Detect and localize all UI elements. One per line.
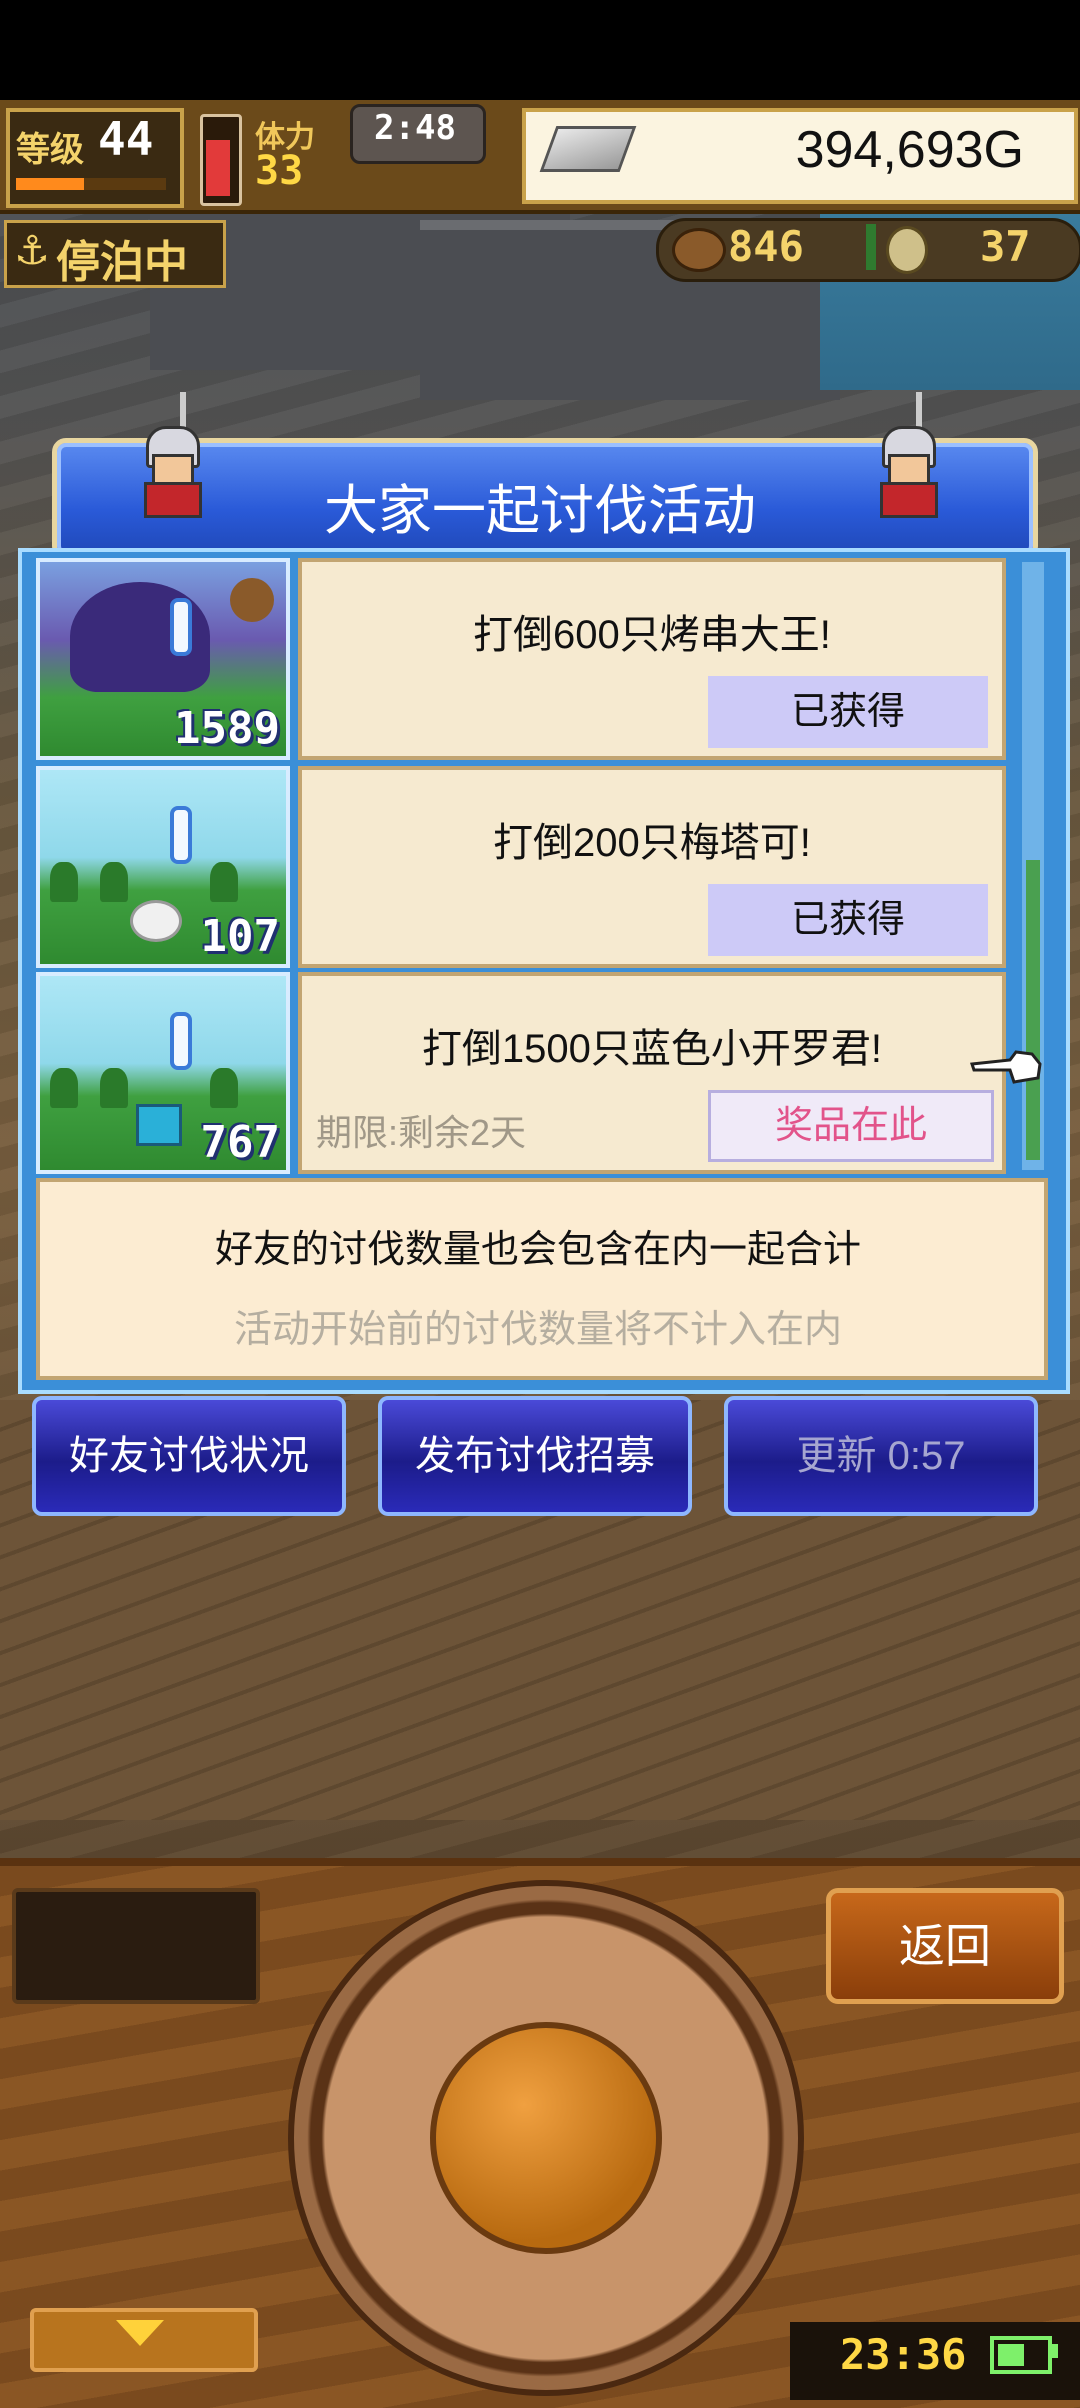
level-progress-fill [16,178,84,190]
resource-2-value: 37 [980,222,1031,271]
knight-mascot-right-icon [866,392,946,518]
white-creature-icon [130,900,182,942]
kill-count: 767 [200,1117,280,1168]
pointing-hand-icon [970,1050,1042,1084]
blue-creature-icon [136,1104,182,1146]
level-label: 等级 [16,130,84,170]
tree-icon [100,862,128,902]
task-row: 767 打倒1500只蓝色小开罗君! 期限:剩余2天 奖品在此 [36,972,1006,1174]
claimed-button[interactable]: 已获得 [708,884,988,956]
task-card: 打倒200只梅塔可! 已获得 [298,766,1006,968]
task-label: 打倒1500只蓝色小开罗君! [421,1027,883,1071]
stamina-value: 33 [255,148,304,194]
event-note-primary: 好友的讨伐数量也会包含在内一起合计 [214,1229,861,1271]
level-value: 44 [98,112,154,166]
blue-kairo-thumbnail: 767 [36,972,290,1174]
alert-marker-icon [170,806,192,864]
knight-mascot-left-icon [130,392,210,518]
anchor-icon: ⚓ [14,228,50,274]
tree-icon [210,1068,238,1108]
battery-tip [1052,2344,1058,2358]
mini-screen [12,1888,260,2004]
kebab-icon [230,578,274,622]
alert-marker-icon [170,1012,192,1070]
tree-icon [50,862,78,902]
dpad-center-button[interactable] [430,2022,662,2254]
event-note-secondary: 活动开始前的讨伐数量将不计入在内 [233,1309,842,1351]
post-recruit-button[interactable]: 发布讨伐招募 [378,1396,692,1516]
stamina-timer: 2:48 [374,108,456,148]
gold-value: 394,693G [795,121,1024,179]
task-label: 打倒600只烤串大王! [473,613,831,657]
coin-icon [886,226,928,274]
resource-1-value: 846 [728,222,804,271]
kill-count: 107 [200,911,280,962]
claim-reward-button[interactable]: 奖品在此 [708,1090,994,1162]
friend-status-button[interactable]: 好友讨伐状况 [32,1396,346,1516]
task-card: 打倒1500只蓝色小开罗君! 期限:剩余2天 奖品在此 [298,972,1006,1174]
tree-icon [100,1068,128,1108]
deadline-label: 期限:剩余2天 [316,1112,527,1153]
refresh-button[interactable]: 更新 0:57 [724,1396,1038,1516]
resource-separator [866,224,876,270]
kill-count: 1589 [174,703,280,754]
alert-marker-icon [170,598,192,656]
dock-status-label: 停泊中 [56,237,188,288]
system-status-bar [0,0,1080,100]
task-row: 107 打倒200只梅塔可! 已获得 [36,766,1006,968]
boss-kebab-king-thumbnail: 1589 [36,558,290,760]
hand-cannon-icon [672,228,726,272]
task-card: 打倒600只烤串大王! 已获得 [298,558,1006,760]
game-clock: 23:36 [840,2330,967,2379]
metaco-thumbnail: 107 [36,766,290,968]
tree-icon [50,1068,78,1108]
task-list-scroll-thumb[interactable] [1026,860,1040,1160]
chevron-down-icon [116,2320,164,2346]
claimed-button[interactable]: 已获得 [708,676,988,748]
back-button[interactable]: 返回 [826,1888,1064,2004]
task-label: 打倒200只梅塔可! [493,821,811,865]
task-row: 1589 打倒600只烤串大王! 已获得 [36,558,1006,760]
stamina-gauge-fill [206,140,230,196]
tree-icon [210,862,238,902]
battery-fill [998,2344,1024,2366]
silver-bar-icon [539,126,637,172]
